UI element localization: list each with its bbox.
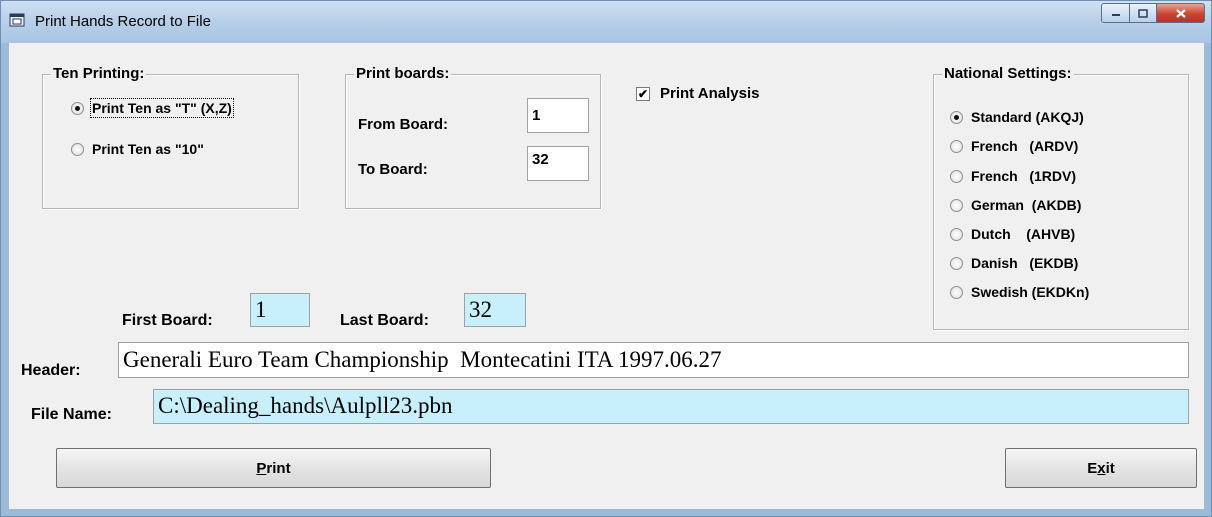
to-board-label: To Board:	[358, 161, 428, 178]
to-board-value: 32	[532, 151, 549, 168]
file-name-value: C:\Dealing_hands\Aulpll23.pbn	[158, 393, 453, 418]
header-input[interactable]: Generali Euro Team Championship Montecat…	[118, 342, 1189, 378]
last-board-field[interactable]: 32	[464, 293, 526, 327]
radio-label: French (1RDV)	[971, 168, 1077, 184]
dialog-window: Print Hands Record to File Ten Printing:…	[0, 0, 1212, 517]
radio-label: Dutch (AHVB)	[971, 226, 1076, 242]
radio-circle	[950, 256, 963, 270]
header-label: Header:	[21, 362, 81, 379]
radio-french-ardv[interactable]: French (ARDV)	[950, 138, 1078, 154]
print-button[interactable]: Print	[56, 448, 491, 488]
radio-label: Swedish (EKDKn)	[971, 284, 1090, 300]
print-button-label: Print	[256, 459, 291, 477]
ten-printing-legend: Ten Printing:	[51, 65, 147, 82]
header-value: Generali Euro Team Championship Montecat…	[123, 347, 722, 372]
print-boards-group: Print boards: From Board: 1 To Board: 32	[345, 65, 601, 209]
radio-label: Print Ten as "T" (X,Z)	[90, 98, 234, 118]
print-analysis-checkbox[interactable]: ✔ Print Analysis	[636, 85, 759, 102]
radio-circle	[950, 139, 963, 153]
first-board-value: 1	[255, 297, 267, 322]
radio-label: Standard (AKQJ)	[971, 109, 1084, 125]
radio-danish[interactable]: Danish (EKDB)	[950, 255, 1078, 271]
close-icon	[1175, 8, 1186, 18]
window-controls	[1101, 3, 1205, 23]
minimize-button[interactable]	[1101, 3, 1130, 23]
national-settings-group: National Settings: Standard (AKQJ) Frenc…	[933, 65, 1189, 330]
dialog-client-area: Ten Printing: Print Ten as "T" (X,Z) Pri…	[9, 43, 1204, 509]
radio-circle	[71, 142, 84, 156]
title-bar: Print Hands Record to File	[1, 1, 1211, 43]
radio-print-ten-as-10[interactable]: Print Ten as "10"	[71, 141, 204, 157]
last-board-value: 32	[469, 297, 492, 322]
radio-label: German (AKDB)	[971, 197, 1082, 213]
from-board-input[interactable]: 1	[527, 98, 589, 133]
radio-swedish[interactable]: Swedish (EKDKn)	[950, 284, 1089, 300]
radio-german[interactable]: German (AKDB)	[950, 197, 1081, 213]
radio-circle	[950, 169, 963, 183]
from-board-value: 1	[532, 107, 541, 124]
to-board-input[interactable]: 32	[527, 146, 589, 181]
exit-button[interactable]: Exit	[1005, 448, 1197, 488]
ten-printing-group: Ten Printing: Print Ten as "T" (X,Z) Pri…	[42, 65, 299, 209]
window-title: Print Hands Record to File	[35, 13, 211, 30]
radio-circle	[950, 198, 963, 212]
close-button[interactable]	[1157, 3, 1205, 23]
radio-print-ten-as-t[interactable]: Print Ten as "T" (X,Z)	[71, 98, 234, 118]
radio-circle-selected	[71, 101, 84, 115]
radio-circle-selected	[950, 110, 963, 124]
radio-label: Print Ten as "10"	[92, 141, 204, 157]
radio-label: Danish (EKDB)	[971, 255, 1079, 271]
maximize-icon	[1138, 8, 1148, 18]
print-analysis-label: Print Analysis	[660, 85, 760, 102]
radio-label: French (ARDV)	[971, 138, 1079, 154]
file-name-field[interactable]: C:\Dealing_hands\Aulpll23.pbn	[153, 389, 1189, 424]
first-board-field[interactable]: 1	[250, 293, 310, 327]
radio-french-1rdv[interactable]: French (1RDV)	[950, 168, 1076, 184]
print-boards-legend: Print boards:	[354, 65, 452, 82]
national-settings-legend: National Settings:	[942, 65, 1074, 82]
first-board-label: First Board:	[122, 312, 213, 329]
radio-circle	[950, 285, 963, 299]
maximize-button[interactable]	[1130, 3, 1157, 23]
exit-button-label: Exit	[1087, 459, 1115, 477]
radio-standard[interactable]: Standard (AKQJ)	[950, 109, 1084, 125]
check-icon: ✔	[636, 86, 650, 101]
file-name-label: File Name:	[31, 406, 112, 423]
from-board-label: From Board:	[358, 116, 448, 133]
radio-circle	[950, 227, 963, 241]
last-board-label: Last Board:	[340, 312, 429, 329]
minimize-icon	[1111, 14, 1120, 16]
radio-dutch[interactable]: Dutch (AHVB)	[950, 226, 1075, 242]
app-icon	[9, 13, 25, 27]
